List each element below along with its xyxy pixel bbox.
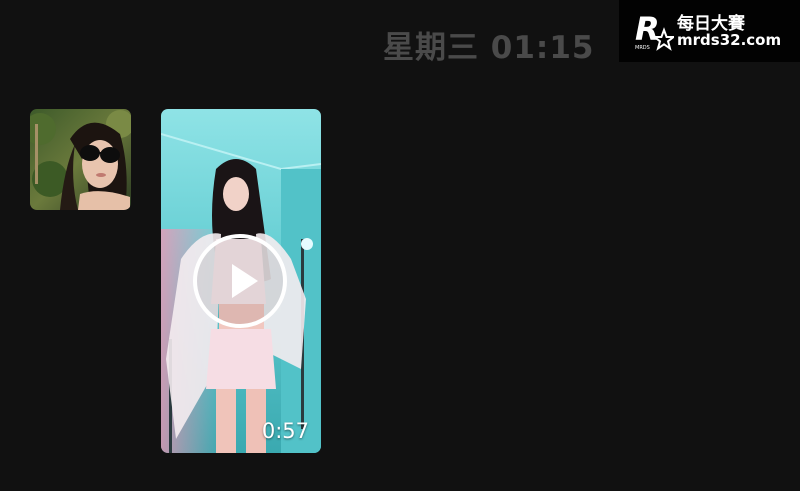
video-message[interactable]: 0:57 xyxy=(161,109,321,453)
watermark-logo-letter: R xyxy=(635,10,660,48)
watermark: R MRDS 每日大賽 mrds32.com xyxy=(619,0,800,62)
video-duration: 0:57 xyxy=(261,419,309,443)
chat-screen: 星期三 01:15 R MRDS 每日大賽 mrds32.com 0:57 xyxy=(0,0,800,491)
user-photo-icon xyxy=(30,109,131,210)
watermark-logo-icon: R MRDS xyxy=(635,10,674,51)
sender-avatar[interactable] xyxy=(30,109,131,210)
watermark-url: mrds32.com xyxy=(677,31,782,49)
watermark-logo-small-text: MRDS xyxy=(635,45,650,51)
play-icon[interactable] xyxy=(192,233,288,329)
message-timestamp: 星期三 01:15 xyxy=(383,30,595,66)
